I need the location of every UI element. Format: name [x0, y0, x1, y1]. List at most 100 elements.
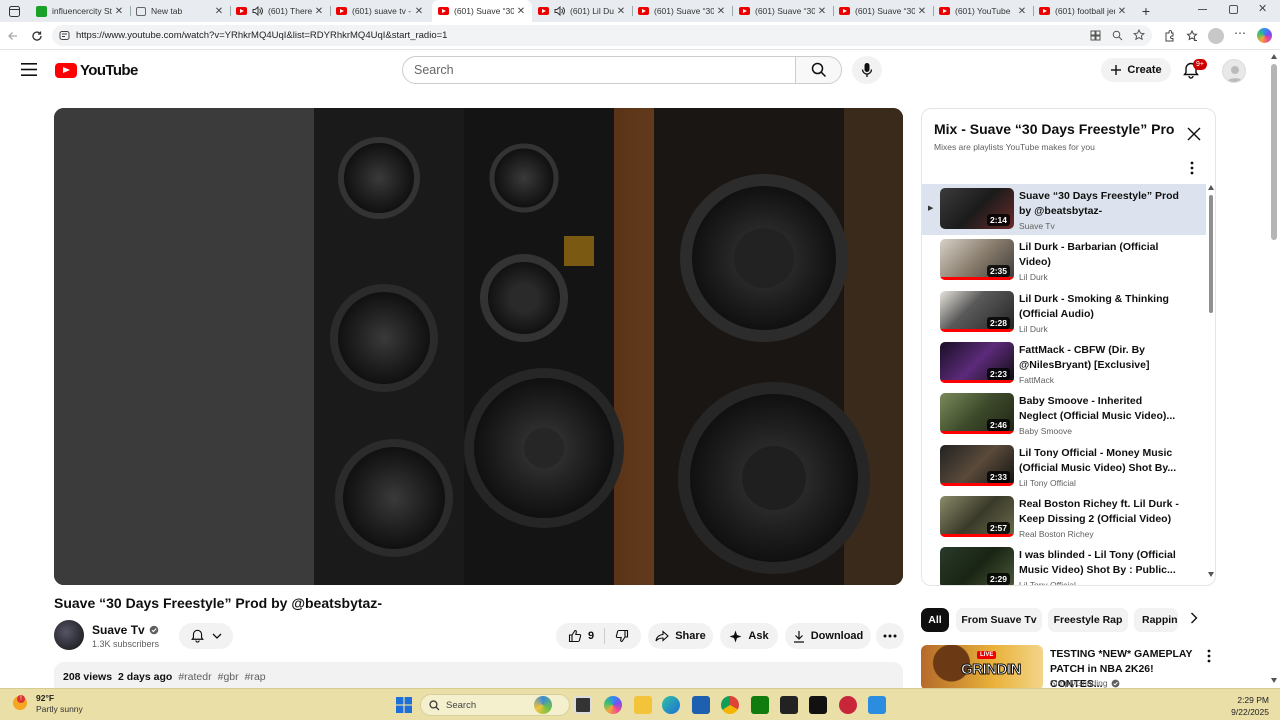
playlist-item[interactable]: 2:46 Baby Smoove - Inherited Neglect (Off… — [922, 389, 1206, 440]
playlist-item-thumbnail[interactable]: 2:23 — [940, 341, 1014, 383]
playlist-scrollbar[interactable] — [1208, 185, 1214, 577]
browser-tab[interactable]: (601) Suave “30 ✕ — [632, 0, 732, 22]
recommended-menu-button[interactable] — [1207, 649, 1211, 663]
chip-rapping[interactable]: Rapping — [1134, 608, 1178, 632]
playlist-scroll-thumb[interactable] — [1209, 195, 1213, 313]
recommended-video[interactable]: LIVE GRINDIN TESTING *NEW* GAMEPLAY PATC… — [921, 645, 1221, 690]
browser-tab[interactable]: (601) Suave “30 ✕ — [432, 0, 532, 22]
profile-icon[interactable] — [1208, 28, 1224, 44]
app-with-badge-icon[interactable] — [839, 696, 857, 714]
file-explorer-icon[interactable] — [634, 696, 652, 714]
url-text[interactable]: https://www.youtube.com/watch?v=YRhkrMQ4… — [76, 30, 447, 41]
browser-tab[interactable]: (601) football jer ✕ — [1033, 0, 1133, 22]
voice-search-button[interactable] — [852, 56, 882, 84]
capcut-icon[interactable] — [809, 696, 827, 714]
playlist-item[interactable]: 2:28 Lil Durk - Smoking & Thinking (Offic… — [922, 287, 1206, 338]
like-button[interactable]: 9 — [558, 623, 604, 649]
photos-app-icon[interactable] — [868, 696, 886, 714]
scroll-down-icon[interactable] — [1208, 572, 1214, 577]
browser-tab[interactable]: (601) There ✕ — [230, 0, 330, 22]
playlist-item-thumbnail[interactable]: 2:46 — [940, 393, 1014, 435]
zoom-icon[interactable] — [1112, 30, 1123, 41]
browser-tab[interactable]: influencercity St ✕ — [30, 0, 130, 22]
tab-close-icon[interactable]: ✕ — [514, 4, 528, 18]
back-icon[interactable] — [5, 28, 21, 44]
hashtag-link[interactable]: #ratedr — [178, 671, 211, 683]
playlist-item[interactable]: 2:29 I was blinded - Lil Tony (Official M… — [922, 543, 1206, 585]
playlist-menu-button[interactable] — [1190, 161, 1194, 175]
tab-close-icon[interactable]: ✕ — [1015, 4, 1029, 18]
playlist-item-title[interactable]: I was blinded - Lil Tony (Official Music… — [1019, 548, 1179, 578]
playlist-item[interactable]: 2:57 Real Boston Richey ft. Lil Durk - Ke… — [922, 492, 1206, 543]
scroll-up-icon[interactable] — [1208, 185, 1214, 190]
playlist-item-title[interactable]: Lil Tony Official - Money Music (Officia… — [1019, 446, 1179, 476]
page-scroll-down-icon[interactable] — [1271, 678, 1277, 683]
browser-tab[interactable]: (601) Suave “30 ✕ — [733, 0, 833, 22]
tab-close-icon[interactable]: ✕ — [1115, 4, 1129, 18]
hashtag-link[interactable]: #rap — [245, 671, 266, 683]
settings-more-icon[interactable]: ⋯ — [1234, 26, 1247, 40]
playlist-item[interactable]: 2:33 Lil Tony Official - Money Music (Off… — [922, 441, 1206, 492]
start-button[interactable] — [396, 697, 412, 713]
playlist-item-title[interactable]: Real Boston Richey ft. Lil Durk - Keep D… — [1019, 497, 1179, 527]
address-bar[interactable]: https://www.youtube.com/watch?v=YRhkrMQ4… — [52, 25, 1152, 46]
playlist-item-thumbnail[interactable]: 2:29 — [940, 547, 1014, 585]
playlist-item-thumbnail[interactable]: 2:14 — [940, 188, 1014, 229]
channel-name[interactable]: Suave Tv — [92, 623, 145, 637]
browser-tab[interactable]: (601) suave tv - Y✕ — [330, 0, 430, 22]
channel-name-link[interactable]: Suave Tv — [92, 623, 159, 637]
playlist-item-thumbnail[interactable]: 2:35 — [940, 239, 1014, 281]
close-playlist-button[interactable] — [1187, 127, 1201, 141]
tab-close-icon[interactable]: ✕ — [915, 4, 929, 18]
playlist-item-thumbnail[interactable]: 2:33 — [940, 444, 1014, 486]
system-clock[interactable]: 2:29 PM 9/22/2025 — [1221, 694, 1269, 718]
browser-tab[interactable]: (601) YouTube ✕ — [933, 0, 1033, 22]
tab-close-icon[interactable]: ✕ — [614, 4, 628, 18]
minimize-icon[interactable] — [1198, 9, 1207, 10]
tab-close-icon[interactable]: ✕ — [412, 4, 426, 18]
chrome-icon[interactable] — [721, 696, 739, 714]
playlist-item[interactable]: 2:35 Lil Durk - Barbarian (Official Video… — [922, 235, 1206, 286]
playlist-item-title[interactable]: Baby Smoove - Inherited Neglect (Officia… — [1019, 394, 1179, 424]
edge-browser-icon[interactable] — [662, 696, 680, 714]
playlist-item[interactable]: ▶ 2:14 Suave “30 Days Freestyle” Prod by @… — [922, 184, 1206, 235]
store-icon[interactable] — [692, 696, 710, 714]
ask-button[interactable]: Ask — [720, 623, 778, 649]
account-avatar[interactable] — [1222, 59, 1246, 83]
xbox-icon[interactable] — [751, 696, 769, 714]
create-button[interactable]: Create — [1101, 58, 1171, 82]
page-scrollbar[interactable] — [1268, 50, 1280, 688]
terminal-icon[interactable] — [780, 696, 798, 714]
video-player[interactable] — [54, 108, 903, 585]
tab-close-icon[interactable]: ✕ — [714, 4, 728, 18]
playlist-title[interactable]: Mix - Suave “30 Days Freestyle” Pro... — [934, 121, 1174, 137]
copilot-icon[interactable] — [1257, 28, 1272, 43]
download-button[interactable]: Download — [785, 623, 871, 649]
new-tab-button[interactable]: + — [1138, 3, 1154, 19]
search-box[interactable] — [402, 56, 796, 84]
speaker-icon[interactable] — [554, 6, 565, 16]
more-actions-button[interactable] — [876, 623, 904, 649]
tab-actions-icon[interactable] — [6, 3, 22, 19]
playlist-item-title[interactable]: Lil Durk - Barbarian (Official Video) — [1019, 240, 1179, 270]
chip-all[interactable]: All — [921, 608, 949, 632]
playlist-item[interactable]: 2:23 FattMack - CBFW (Dir. By @NilesBryan… — [922, 338, 1206, 389]
recommended-channel[interactable]: SimplyGrinding — [1050, 678, 1108, 688]
playlist-item-title[interactable]: Suave “30 Days Freestyle” Prod by @beats… — [1019, 189, 1179, 219]
channel-avatar[interactable] — [54, 620, 84, 650]
chip-from-suave-tv[interactable]: From Suave Tv — [956, 608, 1042, 632]
tab-close-icon[interactable]: ✕ — [815, 4, 829, 18]
playlist-item-title[interactable]: FattMack - CBFW (Dir. By @NilesBryant) [… — [1019, 343, 1179, 373]
page-scroll-up-icon[interactable] — [1271, 54, 1277, 59]
search-input[interactable] — [414, 63, 774, 77]
chip-freestyle-rap[interactable]: Freestyle Rap — [1048, 608, 1128, 632]
share-button[interactable]: Share — [648, 623, 713, 649]
browser-tab[interactable]: (601) Suave “30 ✕ — [833, 0, 933, 22]
task-view-icon[interactable] — [574, 696, 592, 714]
playlist-item-thumbnail[interactable]: 2:28 — [940, 290, 1014, 332]
extension-icon[interactable] — [1161, 28, 1177, 44]
subscription-notifications-button[interactable] — [179, 623, 233, 649]
speaker-icon[interactable] — [252, 6, 263, 16]
browser-tab[interactable]: (601) Lil Du ✕ — [532, 0, 632, 22]
favorites-icon[interactable] — [1184, 28, 1200, 44]
